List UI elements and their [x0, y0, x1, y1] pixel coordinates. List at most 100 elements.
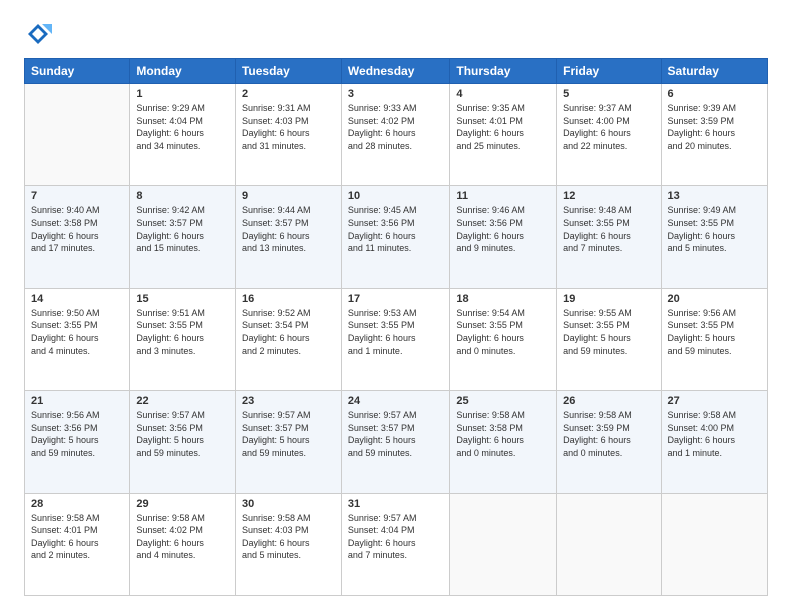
day-cell: [557, 493, 661, 595]
logo: [24, 20, 56, 48]
day-number: 20: [668, 293, 761, 305]
day-number: 14: [31, 293, 123, 305]
day-cell: 24Sunrise: 9:57 AM Sunset: 3:57 PM Dayli…: [341, 391, 449, 493]
day-cell: 9Sunrise: 9:44 AM Sunset: 3:57 PM Daylig…: [235, 186, 341, 288]
day-cell: [450, 493, 557, 595]
day-number: 17: [348, 293, 443, 305]
day-number: 15: [136, 293, 229, 305]
day-cell: 4 Sunrise: 9:35 AM Sunset: 4:01 PM Daylig…: [450, 84, 557, 186]
week-row-2: 7 Sunrise: 9:40 AM Sunset: 3:58 PM Daylig…: [25, 186, 768, 288]
day-number: 25: [456, 395, 550, 407]
day-number: 1: [136, 88, 229, 100]
day-cell: 26Sunrise: 9:58 AM Sunset: 3:59 PM Dayli…: [557, 391, 661, 493]
day-number: 8: [136, 190, 229, 202]
day-info: Sunrise: 9:45 AM Sunset: 3:56 PM Dayligh…: [348, 204, 443, 254]
day-number: 12: [563, 190, 654, 202]
day-number: 22: [136, 395, 229, 407]
day-info: Sunrise: 9:35 AM Sunset: 4:01 PM Dayligh…: [456, 102, 550, 152]
day-info: Sunrise: 9:37 AM Sunset: 4:00 PM Dayligh…: [563, 102, 654, 152]
header: [24, 20, 768, 48]
day-cell: 22 Sunrise: 9:57 AM Sunset: 3:56 PM Dayli…: [130, 391, 236, 493]
day-info: Sunrise: 9:57 AM Sunset: 3:56 PM Dayligh…: [136, 409, 229, 459]
day-cell: 18Sunrise: 9:54 AM Sunset: 3:55 PM Dayli…: [450, 288, 557, 390]
day-cell: 2Sunrise: 9:31 AM Sunset: 4:03 PM Daylig…: [235, 84, 341, 186]
day-cell: 13 Sunrise: 9:49 AM Sunset: 3:55 PM Dayli…: [661, 186, 767, 288]
weekday-header-wednesday: Wednesday: [341, 59, 449, 84]
day-number: 31: [348, 498, 443, 510]
day-number: 28: [31, 498, 123, 510]
day-cell: 8 Sunrise: 9:42 AM Sunset: 3:57 PM Daylig…: [130, 186, 236, 288]
day-info: Sunrise: 9:50 AM Sunset: 3:55 PM Dayligh…: [31, 307, 123, 357]
calendar: SundayMondayTuesdayWednesdayThursdayFrid…: [24, 58, 768, 596]
week-row-5: 28 Sunrise: 9:58 AM Sunset: 4:01 PM Dayli…: [25, 493, 768, 595]
week-row-4: 21 Sunrise: 9:56 AM Sunset: 3:56 PM Dayli…: [25, 391, 768, 493]
day-cell: 3 Sunrise: 9:33 AM Sunset: 4:02 PM Daylig…: [341, 84, 449, 186]
day-cell: 1 Sunrise: 9:29 AM Sunset: 4:04 PM Daylig…: [130, 84, 236, 186]
day-cell: 5 Sunrise: 9:37 AM Sunset: 4:00 PM Daylig…: [557, 84, 661, 186]
day-number: 18: [456, 293, 550, 305]
day-number: 2: [242, 88, 335, 100]
day-cell: [661, 493, 767, 595]
day-number: 19: [563, 293, 654, 305]
day-info: Sunrise: 9:40 AM Sunset: 3:58 PM Dayligh…: [31, 204, 123, 254]
day-info: Sunrise: 9:58 AM Sunset: 4:02 PM Dayligh…: [136, 512, 229, 562]
day-info: Sunrise: 9:48 AM Sunset: 3:55 PM Dayligh…: [563, 204, 654, 254]
day-cell: 12 Sunrise: 9:48 AM Sunset: 3:55 PM Dayli…: [557, 186, 661, 288]
logo-icon: [24, 20, 52, 48]
day-cell: 28 Sunrise: 9:58 AM Sunset: 4:01 PM Dayli…: [25, 493, 130, 595]
day-cell: 31 Sunrise: 9:57 AM Sunset: 4:04 PM Dayli…: [341, 493, 449, 595]
day-cell: 19 Sunrise: 9:55 AM Sunset: 3:55 PM Dayli…: [557, 288, 661, 390]
day-number: 23: [242, 395, 335, 407]
day-info: Sunrise: 9:56 AM Sunset: 3:56 PM Dayligh…: [31, 409, 123, 459]
day-cell: 27Sunrise: 9:58 AM Sunset: 4:00 PM Dayli…: [661, 391, 767, 493]
day-number: 29: [136, 498, 229, 510]
day-number: 30: [242, 498, 335, 510]
weekday-header-saturday: Saturday: [661, 59, 767, 84]
day-info: Sunrise: 9:57 AM Sunset: 3:57 PM Dayligh…: [242, 409, 335, 459]
weekday-header-tuesday: Tuesday: [235, 59, 341, 84]
weekday-header-row: SundayMondayTuesdayWednesdayThursdayFrid…: [25, 59, 768, 84]
day-number: 27: [668, 395, 761, 407]
day-cell: 21 Sunrise: 9:56 AM Sunset: 3:56 PM Dayli…: [25, 391, 130, 493]
day-cell: 23 Sunrise: 9:57 AM Sunset: 3:57 PM Dayli…: [235, 391, 341, 493]
day-cell: 14 Sunrise: 9:50 AM Sunset: 3:55 PM Dayli…: [25, 288, 130, 390]
day-info: Sunrise: 9:58 AM Sunset: 4:03 PM Dayligh…: [242, 512, 335, 562]
weekday-header-sunday: Sunday: [25, 59, 130, 84]
day-info: Sunrise: 9:46 AM Sunset: 3:56 PM Dayligh…: [456, 204, 550, 254]
day-number: 7: [31, 190, 123, 202]
day-info: Sunrise: 9:52 AM Sunset: 3:54 PM Dayligh…: [242, 307, 335, 357]
day-number: 11: [456, 190, 550, 202]
day-info: Sunrise: 9:44 AM Sunset: 3:57 PM Dayligh…: [242, 204, 335, 254]
day-number: 21: [31, 395, 123, 407]
day-cell: 30 Sunrise: 9:58 AM Sunset: 4:03 PM Dayli…: [235, 493, 341, 595]
day-info: Sunrise: 9:39 AM Sunset: 3:59 PM Dayligh…: [668, 102, 761, 152]
day-number: 4: [456, 88, 550, 100]
day-info: Sunrise: 9:29 AM Sunset: 4:04 PM Dayligh…: [136, 102, 229, 152]
day-info: Sunrise: 9:55 AM Sunset: 3:55 PM Dayligh…: [563, 307, 654, 357]
day-cell: 25Sunrise: 9:58 AM Sunset: 3:58 PM Dayli…: [450, 391, 557, 493]
weekday-header-thursday: Thursday: [450, 59, 557, 84]
day-info: Sunrise: 9:53 AM Sunset: 3:55 PM Dayligh…: [348, 307, 443, 357]
day-info: Sunrise: 9:42 AM Sunset: 3:57 PM Dayligh…: [136, 204, 229, 254]
day-info: Sunrise: 9:51 AM Sunset: 3:55 PM Dayligh…: [136, 307, 229, 357]
day-cell: 10Sunrise: 9:45 AM Sunset: 3:56 PM Dayli…: [341, 186, 449, 288]
day-number: 13: [668, 190, 761, 202]
day-cell: 17 Sunrise: 9:53 AM Sunset: 3:55 PM Dayli…: [341, 288, 449, 390]
day-cell: 16 Sunrise: 9:52 AM Sunset: 3:54 PM Dayli…: [235, 288, 341, 390]
day-info: Sunrise: 9:33 AM Sunset: 4:02 PM Dayligh…: [348, 102, 443, 152]
day-cell: [25, 84, 130, 186]
page: SundayMondayTuesdayWednesdayThursdayFrid…: [0, 0, 792, 612]
day-info: Sunrise: 9:49 AM Sunset: 3:55 PM Dayligh…: [668, 204, 761, 254]
day-number: 5: [563, 88, 654, 100]
day-info: Sunrise: 9:57 AM Sunset: 4:04 PM Dayligh…: [348, 512, 443, 562]
week-row-3: 14 Sunrise: 9:50 AM Sunset: 3:55 PM Dayli…: [25, 288, 768, 390]
day-info: Sunrise: 9:57 AM Sunset: 3:57 PM Dayligh…: [348, 409, 443, 459]
day-number: 3: [348, 88, 443, 100]
day-info: Sunrise: 9:58 AM Sunset: 3:59 PM Dayligh…: [563, 409, 654, 459]
day-info: Sunrise: 9:58 AM Sunset: 4:01 PM Dayligh…: [31, 512, 123, 562]
day-info: Sunrise: 9:56 AM Sunset: 3:55 PM Dayligh…: [668, 307, 761, 357]
day-cell: 15 Sunrise: 9:51 AM Sunset: 3:55 PM Dayli…: [130, 288, 236, 390]
day-number: 16: [242, 293, 335, 305]
week-row-1: 1 Sunrise: 9:29 AM Sunset: 4:04 PM Daylig…: [25, 84, 768, 186]
weekday-header-friday: Friday: [557, 59, 661, 84]
